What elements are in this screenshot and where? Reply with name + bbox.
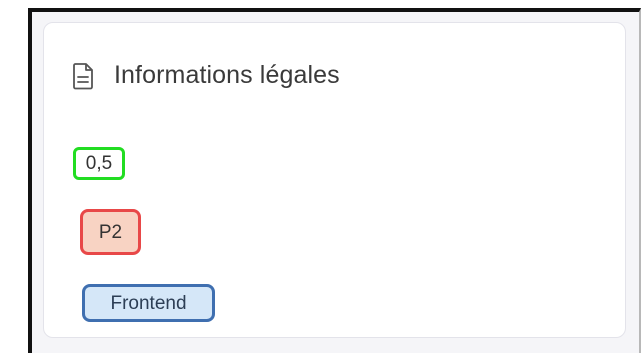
priority-badge[interactable]: P2 <box>80 209 141 255</box>
legal-info-card: Informations légales 0,5 P2 Frontend <box>43 22 626 338</box>
weight-badge[interactable]: 0,5 <box>73 147 125 180</box>
document-icon <box>72 62 94 90</box>
card-title: Informations légales <box>114 61 340 89</box>
card-header: Informations légales <box>72 61 340 90</box>
area-badge[interactable]: Frontend <box>82 284 215 322</box>
window-frame: Informations légales 0,5 P2 Frontend <box>28 8 641 353</box>
